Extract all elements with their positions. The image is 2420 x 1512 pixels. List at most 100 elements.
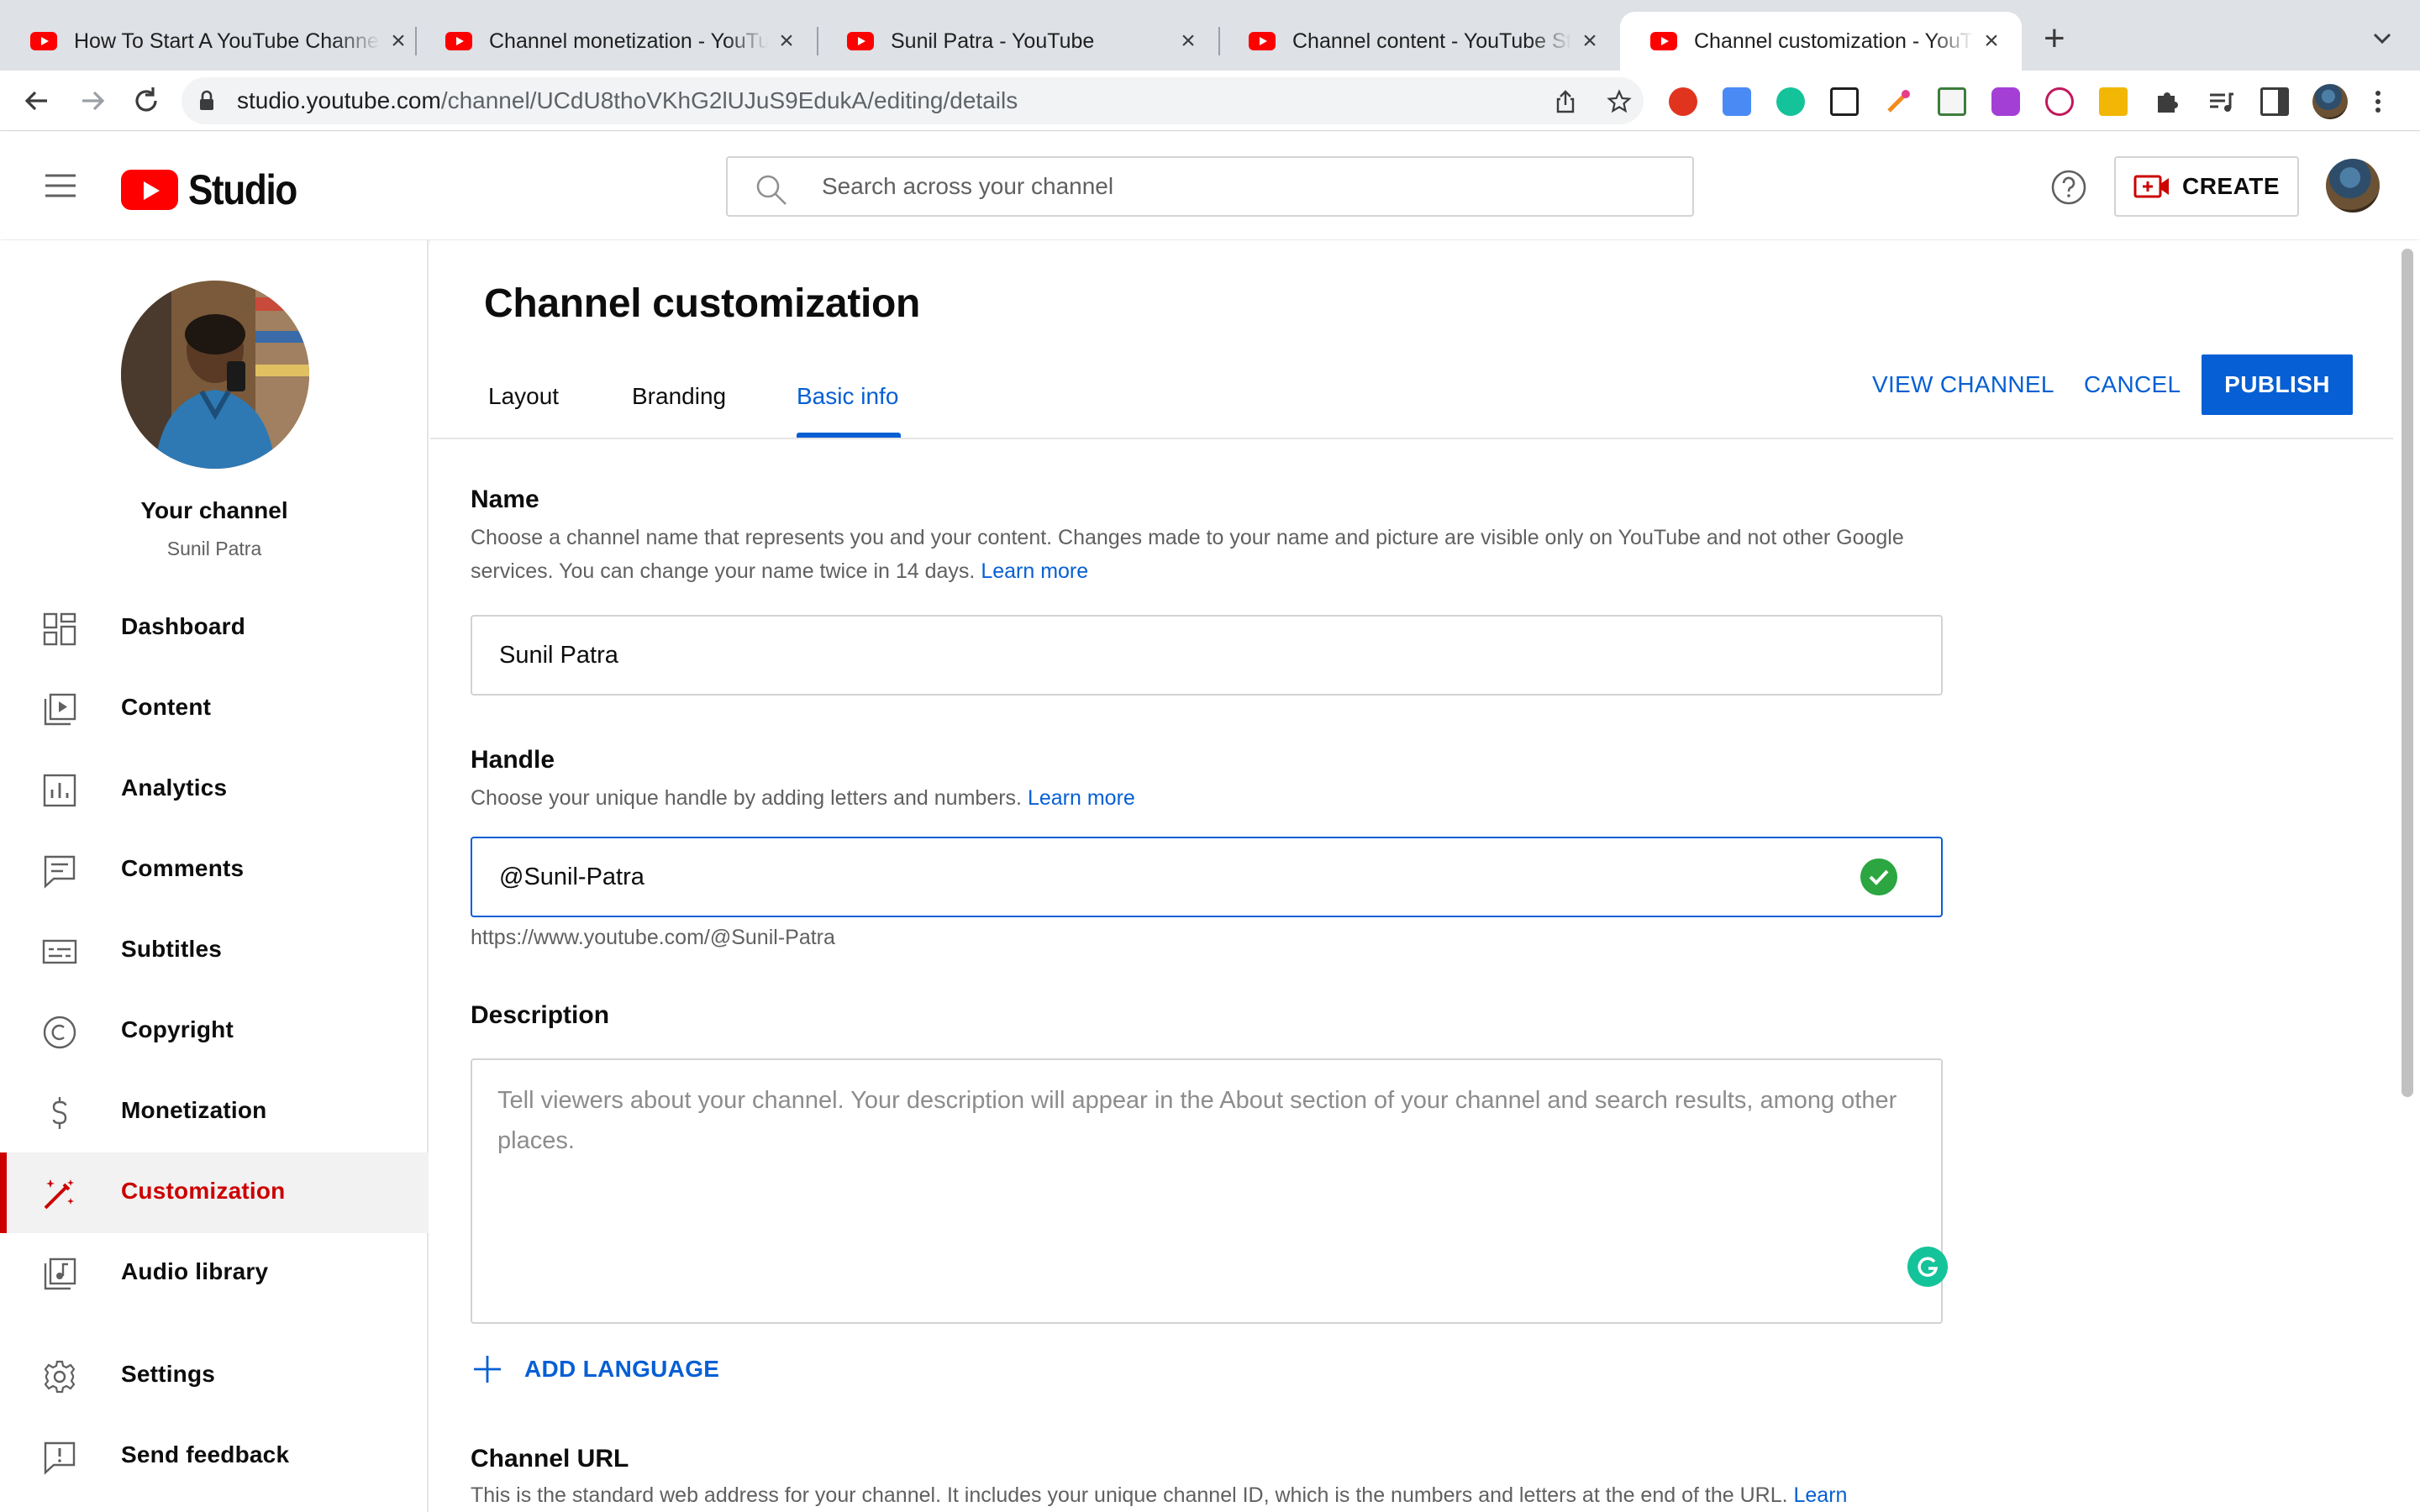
sidebar-item-customization[interactable]: Customization xyxy=(0,1152,429,1233)
browser-tab[interactable]: Channel monetization - YouTube Studio × xyxy=(415,12,817,71)
browser-tab[interactable]: How To Start A YouTube Channel × xyxy=(0,12,429,71)
video-extension-icon[interactable] xyxy=(2045,87,2074,116)
bookmark-star-icon[interactable] xyxy=(1607,89,1632,114)
sidebar-item-content[interactable]: Content xyxy=(0,669,429,749)
channel-url-learn-more-link[interactable]: Learn xyxy=(1794,1483,1848,1507)
folder-extension-icon[interactable] xyxy=(2099,87,2128,116)
search-box[interactable] xyxy=(726,156,1694,217)
share-icon[interactable] xyxy=(1553,89,1578,114)
purple-extension-icon[interactable] xyxy=(1991,87,2020,116)
create-button[interactable]: CREATE xyxy=(2114,156,2299,217)
new-tab-icon[interactable]: + xyxy=(2044,20,2065,57)
handle-section-title: Handle xyxy=(471,746,555,774)
youtube-favicon-icon xyxy=(30,32,57,50)
page-title: Channel customization xyxy=(484,281,921,326)
sidebar-item-monetization[interactable]: Monetization xyxy=(0,1072,429,1152)
browser-menu-icon[interactable] xyxy=(2370,87,2386,116)
account-avatar[interactable] xyxy=(2326,159,2380,213)
close-tab-icon[interactable]: × xyxy=(1980,29,2003,54)
fi-extension-icon[interactable] xyxy=(1723,87,1751,116)
sidebar-item-label: Copyright xyxy=(121,1016,234,1042)
address-bar[interactable]: studio.youtube.com/channel/UCdU8thoVKhG2… xyxy=(182,77,1644,124)
browser-tab-active[interactable]: Channel customization - YouTube Studio × xyxy=(1620,12,2022,71)
youtube-favicon-icon xyxy=(1249,32,1276,50)
sidebar-item-label: Settings xyxy=(121,1361,216,1387)
reload-icon[interactable] xyxy=(129,84,163,118)
search-icon xyxy=(756,175,786,205)
sidebar: Your channel Sunil Patra Dashboard Conte… xyxy=(0,240,429,1512)
profile-avatar[interactable] xyxy=(2312,84,2348,119)
browser-toolbar: studio.youtube.com/channel/UCdU8thoVKhG2… xyxy=(0,71,2420,131)
lock-icon[interactable] xyxy=(195,89,218,113)
browser-tab[interactable]: Channel content - YouTube Studio × xyxy=(1218,12,1620,71)
description-textarea[interactable] xyxy=(497,1080,1926,1248)
hamburger-menu-icon[interactable] xyxy=(44,172,77,199)
monetization-icon xyxy=(52,1097,67,1129)
audio-library-icon xyxy=(44,1257,76,1290)
sidebar-item-copyright[interactable]: Copyright xyxy=(0,991,429,1072)
sidebar-item-dashboard[interactable]: Dashboard xyxy=(0,588,429,669)
studio-logo[interactable]: Studio xyxy=(121,165,312,214)
close-tab-icon[interactable]: × xyxy=(1176,29,1200,54)
handle-learn-more-link[interactable]: Learn more xyxy=(1028,786,1135,810)
channel-name-field[interactable] xyxy=(471,615,1943,696)
page-scrollbar[interactable] xyxy=(2396,240,2420,1512)
grammarly-icon[interactable] xyxy=(1907,1247,1948,1287)
channel-name-input[interactable] xyxy=(499,617,1844,694)
sidebar-item-label: Comments xyxy=(121,855,245,881)
sidebar-item-comments[interactable]: Comments xyxy=(0,830,429,911)
channel-avatar[interactable] xyxy=(121,281,309,469)
studio-logo-text: Studio xyxy=(188,166,297,213)
studio-header: Studio CREATE xyxy=(0,132,2420,239)
address-url: studio.youtube.com/channel/UCdU8thoVKhG2… xyxy=(237,87,1018,113)
close-tab-icon[interactable]: × xyxy=(775,29,798,54)
sidebar-item-analytics[interactable]: Analytics xyxy=(0,749,429,830)
sidebar-item-label: Monetization xyxy=(121,1097,267,1123)
publish-button[interactable]: PUBLISH xyxy=(2202,354,2353,415)
dashboard-icon xyxy=(43,612,76,646)
close-tab-icon[interactable]: × xyxy=(387,29,410,54)
scrollbar-thumb[interactable] xyxy=(2402,249,2413,1097)
sidebar-item-audio-library[interactable]: Audio library xyxy=(0,1233,429,1314)
sidebar-item-label: Audio library xyxy=(121,1258,269,1284)
side-panel-icon[interactable] xyxy=(2260,87,2289,116)
tabs-divider xyxy=(430,438,2393,439)
tab-basic-info[interactable]: Basic info xyxy=(797,383,898,410)
name-section-title: Name xyxy=(471,486,539,513)
description-field[interactable] xyxy=(471,1058,1948,1324)
sidebar-item-send-feedback[interactable]: Send feedback xyxy=(0,1416,429,1497)
feedback-icon xyxy=(44,1441,76,1475)
youtube-favicon-icon xyxy=(445,32,472,50)
sidebar-item-settings[interactable]: Settings xyxy=(0,1336,429,1416)
browser-tab-title: Sunil Patra - YouTube xyxy=(891,29,1095,53)
calendar-extension-icon[interactable] xyxy=(1938,87,1966,116)
youtube-favicon-icon xyxy=(847,32,874,50)
grammarly-extension-icon[interactable] xyxy=(1776,87,1805,116)
channel-title: Your channel xyxy=(140,497,288,523)
cancel-button[interactable]: CANCEL xyxy=(2084,354,2181,415)
view-channel-button[interactable]: VIEW CHANNEL xyxy=(1872,354,2054,415)
adblock-extension-icon[interactable] xyxy=(1669,87,1697,116)
sidebar-item-subtitles[interactable]: Subtitles xyxy=(0,911,429,991)
picture-in-picture-icon[interactable] xyxy=(1830,87,1859,116)
handle-field[interactable] xyxy=(471,837,1943,917)
help-icon[interactable] xyxy=(2050,169,2087,206)
add-language-button[interactable]: ADD LANGUAGE xyxy=(471,1346,719,1393)
browser-tab[interactable]: Sunil Patra - YouTube × xyxy=(817,12,1218,71)
tab-layout[interactable]: Layout xyxy=(488,383,559,410)
color-picker-icon[interactable] xyxy=(1884,87,1912,116)
tab-branding[interactable]: Branding xyxy=(632,383,726,410)
forward-arrow-icon[interactable] xyxy=(76,84,109,118)
browser-tab-title: Channel monetization - YouTube Studio xyxy=(489,29,768,53)
media-controls-icon[interactable] xyxy=(2207,87,2235,116)
name-learn-more-link[interactable]: Learn more xyxy=(981,559,1088,583)
back-arrow-icon[interactable] xyxy=(20,84,54,118)
handle-input[interactable] xyxy=(499,838,1844,916)
main-content: Channel customization Layout Branding Ba… xyxy=(430,240,2396,1512)
tab-search-chevron-icon[interactable] xyxy=(2370,25,2395,50)
subtitles-icon xyxy=(42,939,77,964)
search-input[interactable] xyxy=(822,166,1662,207)
extensions-puzzle-icon[interactable] xyxy=(2153,87,2181,116)
plus-icon xyxy=(474,1356,501,1383)
close-tab-icon[interactable]: × xyxy=(1578,29,1602,54)
